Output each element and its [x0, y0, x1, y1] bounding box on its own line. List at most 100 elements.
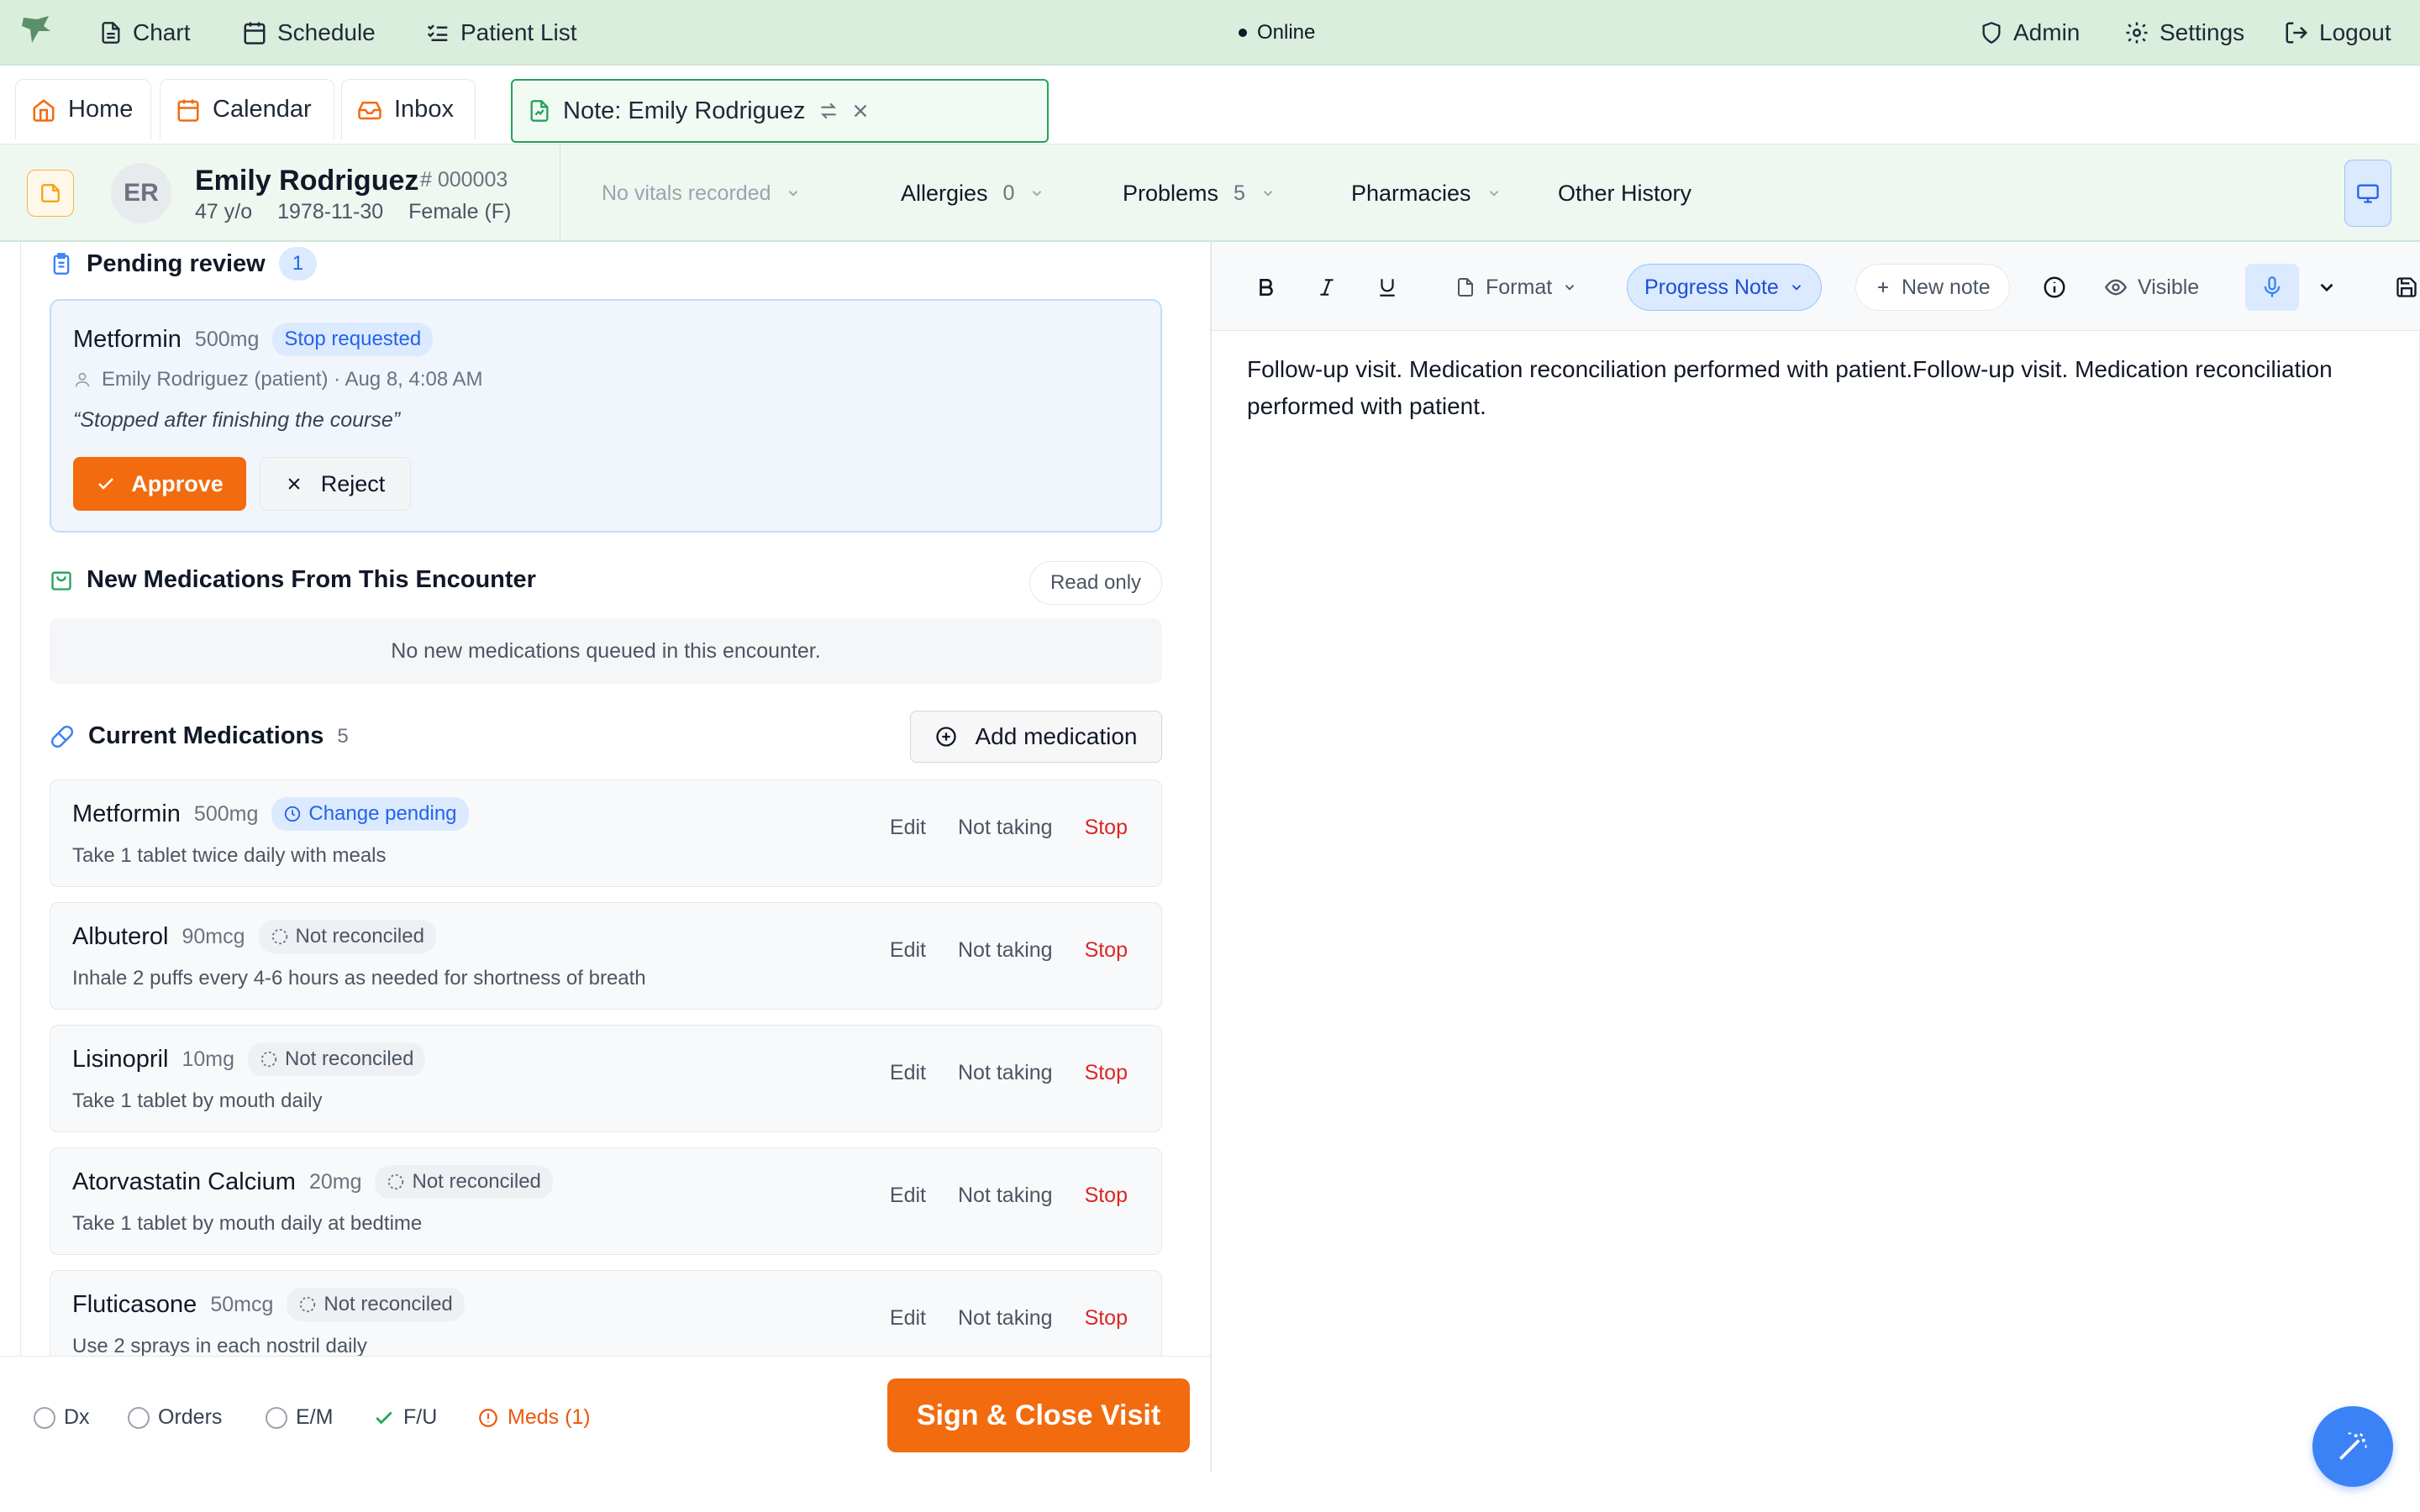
pending-review-title: Pending review [87, 249, 266, 277]
underline-button[interactable] [1376, 264, 1398, 311]
stop-button[interactable]: Stop [1085, 1306, 1128, 1331]
nav-logout-label: Logout [2319, 19, 2391, 45]
stop-button[interactable]: Stop [1085, 1184, 1128, 1208]
edit-button[interactable]: Edit [890, 816, 926, 840]
tab-note-label: Note: Emily Rodriguez [563, 97, 806, 124]
not-taking-button[interactable]: Not taking [958, 1184, 1053, 1208]
vitals-label: No vitals recorded [602, 181, 771, 205]
inbox-icon [357, 97, 382, 123]
med-dose: 10mg [182, 1047, 234, 1071]
bold-button[interactable] [1255, 264, 1277, 311]
stop-button[interactable]: Stop [1085, 938, 1128, 963]
ai-assist-button[interactable] [2312, 1406, 2393, 1487]
plus-icon [1875, 279, 1891, 296]
chevron-down-icon [1029, 186, 1044, 201]
chevron-down-icon [1486, 186, 1502, 201]
patient-id: # 000003 [420, 168, 508, 192]
med-status: Not reconciled [295, 925, 424, 948]
not-taking-button[interactable]: Not taking [958, 1306, 1053, 1331]
visit-checklist-bar: Dx Orders E/M F/U Meds (1) Sign & Close … [0, 1356, 1210, 1512]
more-dropdown[interactable] [2316, 264, 2338, 311]
pharmacies-dropdown[interactable]: Pharmacies [1351, 144, 1502, 242]
tab-home[interactable]: Home [15, 79, 151, 139]
not-reconciled-badge: Not reconciled [375, 1165, 553, 1199]
pill-icon [50, 724, 75, 749]
app-logo[interactable] [20, 14, 54, 45]
new-note-button[interactable]: New note [1855, 264, 2010, 311]
patient-age: 47 y/o [195, 200, 253, 223]
sticky-note-icon [39, 182, 61, 204]
edit-button[interactable]: Edit [890, 1306, 926, 1331]
vitals-dropdown[interactable]: No vitals recorded [602, 144, 801, 242]
med-dose: 50mcg [210, 1292, 274, 1316]
reject-button[interactable]: Reject [260, 457, 411, 511]
dashed-circle-icon [271, 927, 289, 946]
nav-schedule[interactable]: Schedule [242, 0, 376, 66]
save-button[interactable] [2395, 264, 2418, 311]
checklist-em[interactable]: E/M [266, 1405, 333, 1430]
not-reconciled-badge: Not reconciled [287, 1288, 465, 1321]
nav-chart-label: Chart [133, 19, 191, 45]
patient-header: ER Emily Rodriguez # 000003 47 y/o 1978-… [0, 144, 2420, 242]
edit-button[interactable]: Edit [890, 938, 926, 963]
checklist-orders-label: Orders [158, 1405, 223, 1429]
stop-button[interactable]: Stop [1085, 816, 1128, 840]
read-only-badge: Read only [1029, 561, 1162, 605]
stop-button[interactable]: Stop [1085, 1061, 1128, 1085]
edit-button[interactable]: Edit [890, 1061, 926, 1085]
new-note-label: New note [1902, 275, 1991, 299]
home-icon [31, 97, 56, 123]
note-body[interactable]: Follow-up visit. Medication reconciliati… [1247, 351, 2365, 425]
new-meds-header: New Medications From This Encounter [50, 566, 536, 594]
empty-circle-icon [266, 1406, 287, 1429]
problems-dropdown[interactable]: Problems 5 [1123, 144, 1276, 242]
med-sig: Use 2 sprays in each nostril daily [72, 1335, 367, 1356]
nav-admin[interactable]: Admin [1980, 0, 2080, 66]
not-taking-button[interactable]: Not taking [958, 938, 1053, 963]
monitor-icon [2356, 181, 2380, 205]
med-name: Atorvastatin Calcium [72, 1168, 296, 1195]
italic-button[interactable] [1316, 264, 1338, 311]
med-status: Not reconciled [412, 1170, 541, 1193]
new-meds-empty-state: No new medications queued in this encoun… [50, 618, 1162, 684]
nav-admin-label: Admin [2013, 19, 2081, 45]
allergies-dropdown[interactable]: Allergies 0 [901, 144, 1044, 242]
note-type-dropdown[interactable]: Progress Note [1627, 264, 1822, 311]
info-button[interactable] [2042, 264, 2067, 311]
nav-settings[interactable]: Settings [2124, 0, 2244, 66]
patient-name: Emily Rodriguez [195, 165, 419, 197]
dictation-button[interactable] [2245, 264, 2299, 311]
other-history-link[interactable]: Other History [1558, 144, 1691, 242]
tab-calendar[interactable]: Calendar [160, 79, 334, 139]
nav-logout[interactable]: Logout [2284, 0, 2391, 66]
gear-icon [2124, 20, 2149, 45]
close-icon[interactable] [851, 102, 870, 120]
checklist-orders[interactable]: Orders [128, 1405, 222, 1430]
tab-calendar-label: Calendar [213, 96, 312, 123]
not-taking-button[interactable]: Not taking [958, 816, 1053, 840]
nav-settings-label: Settings [2160, 19, 2245, 45]
display-mode-button[interactable] [2344, 160, 2391, 227]
med-name: Metformin [72, 800, 181, 827]
add-medication-button[interactable]: Add medication [910, 711, 1162, 763]
tab-inbox[interactable]: Inbox [341, 79, 476, 139]
tab-note[interactable]: Note: Emily Rodriguez [511, 79, 1049, 143]
checklist-dx[interactable]: Dx [34, 1405, 90, 1430]
patient-dob: 1978-11-30 [277, 200, 384, 223]
checklist-meds[interactable]: Meds (1) [477, 1405, 591, 1430]
edit-button[interactable]: Edit [890, 1184, 926, 1208]
approve-button[interactable]: Approve [73, 457, 246, 511]
format-dropdown[interactable]: Format [1455, 264, 1577, 311]
tab-home-label: Home [68, 96, 134, 123]
swap-icon[interactable] [818, 100, 839, 122]
calendar-icon [242, 20, 267, 45]
visibility-toggle[interactable]: Visible [2104, 264, 2199, 311]
nav-patient-list[interactable]: Patient List [425, 0, 577, 66]
magic-wand-icon [2334, 1428, 2371, 1465]
checklist-fu[interactable]: F/U [373, 1405, 437, 1430]
nav-chart[interactable]: Chart [99, 0, 190, 66]
sticky-note-button[interactable] [27, 170, 74, 217]
not-taking-button[interactable]: Not taking [958, 1061, 1053, 1085]
patient-quote: “Stopped after finishing the course” [73, 408, 401, 432]
sign-close-visit-button[interactable]: Sign & Close Visit [887, 1378, 1190, 1452]
